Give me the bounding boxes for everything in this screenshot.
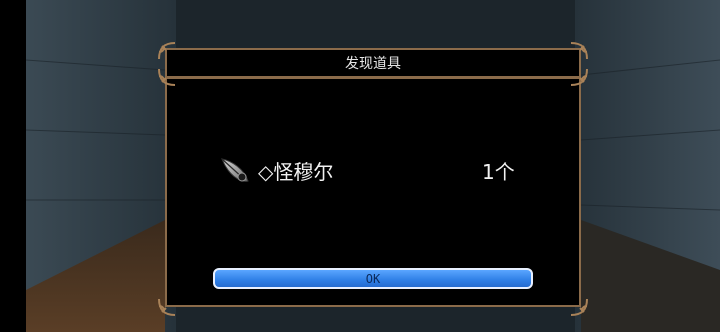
item-count: 1个 — [482, 160, 515, 184]
ornament-corner-icon — [568, 40, 590, 62]
ornament-corner-icon — [156, 66, 178, 88]
ornament-corner-icon — [568, 66, 590, 88]
ornament-corner-icon — [156, 40, 178, 62]
ok-button[interactable]: OK — [213, 268, 533, 289]
ornament-corner-icon — [156, 296, 178, 318]
feather-quill-icon — [218, 155, 252, 189]
found-item-row: ◇怪穆尔 1个 — [218, 150, 518, 190]
dialog-title-bar: 发现道具 — [165, 48, 581, 78]
left-black-bar — [0, 0, 26, 332]
dialog-title: 发现道具 — [345, 56, 401, 72]
ornament-corner-icon — [568, 296, 590, 318]
item-name: ◇怪穆尔 — [258, 160, 334, 184]
